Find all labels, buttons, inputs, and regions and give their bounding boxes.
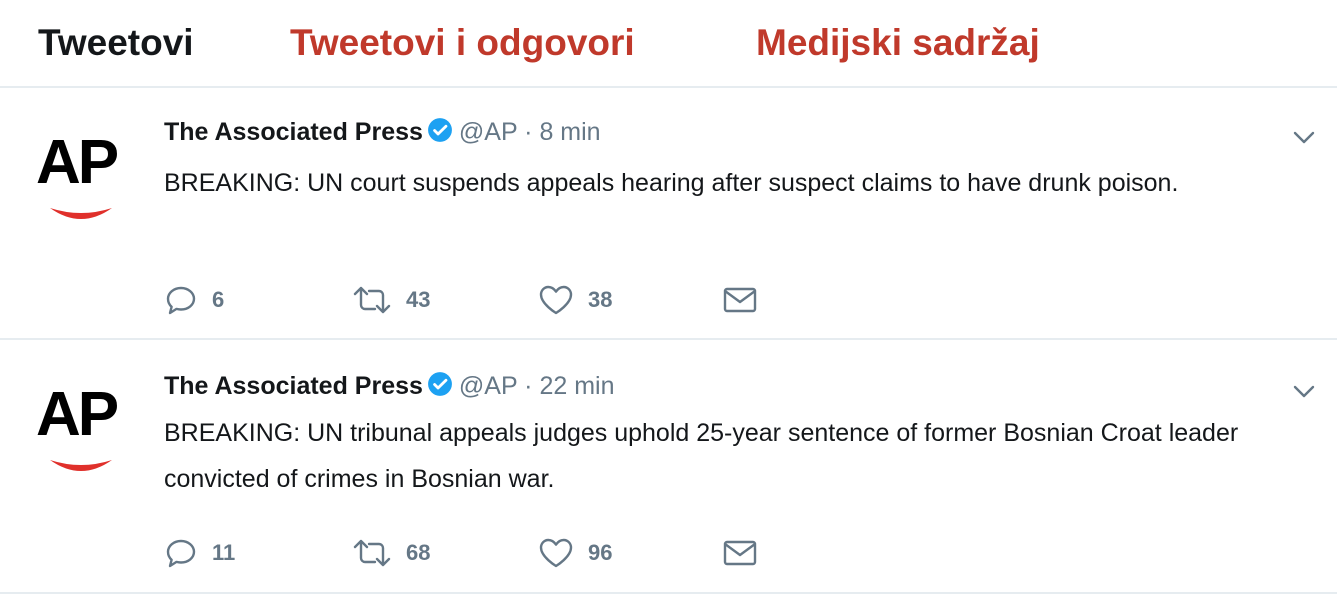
- like-count: 96: [588, 540, 613, 565]
- avatar-logo-text: AP: [36, 128, 119, 197]
- reply-count: 11: [212, 540, 236, 565]
- retweet-count: 68: [406, 540, 431, 565]
- separator-dot: ·: [524, 372, 533, 400]
- direct-message-button[interactable]: [722, 536, 772, 570]
- reply-icon: [166, 286, 196, 315]
- profile-tabs: Tweetovi Tweetovi i odgovori Medijski sa…: [0, 0, 1337, 88]
- like-icon: [539, 285, 573, 315]
- direct-message-button[interactable]: [722, 283, 772, 317]
- avatar[interactable]: AP: [36, 384, 134, 484]
- author-handle[interactable]: @AP: [459, 372, 517, 400]
- message-icon: [723, 287, 757, 313]
- avatar-logo-text: AP: [36, 380, 119, 449]
- retweet-button[interactable]: 43: [352, 283, 430, 317]
- reply-button[interactable]: 6: [164, 283, 224, 317]
- author-handle[interactable]: @AP: [459, 118, 517, 146]
- tweet-header: The Associated Press @AP · 8 min: [164, 116, 601, 151]
- separator-dot: ·: [524, 118, 533, 146]
- like-button[interactable]: 96: [538, 536, 612, 570]
- tweet-actions: 11 68 96: [164, 536, 764, 570]
- avatar[interactable]: AP: [36, 132, 134, 232]
- tweet-2[interactable]: AP The Associated Press @AP · 22 min BREA…: [0, 340, 1337, 594]
- logo-swoosh-icon: [50, 208, 112, 219]
- retweet-icon: [353, 539, 391, 567]
- tweet-header: The Associated Press @AP · 22 min: [164, 370, 614, 405]
- author-name[interactable]: The Associated Press: [164, 118, 423, 146]
- tab-tweets[interactable]: Tweetovi: [38, 18, 194, 68]
- reply-button[interactable]: 11: [164, 536, 235, 570]
- like-icon: [539, 538, 573, 568]
- tweet-timestamp[interactable]: 8 min: [539, 118, 600, 146]
- tweet-text: BREAKING: UN court suspends appeals hear…: [164, 169, 1179, 197]
- reply-count: 6: [212, 287, 225, 312]
- verified-badge-icon: [427, 117, 453, 151]
- chevron-down-icon[interactable]: [1289, 122, 1319, 152]
- like-count: 38: [588, 287, 613, 312]
- tab-media[interactable]: Medijski sadržaj: [756, 18, 1040, 68]
- chevron-down-icon[interactable]: [1289, 376, 1319, 406]
- retweet-count: 43: [406, 287, 431, 312]
- tweet-timestamp[interactable]: 22 min: [539, 372, 614, 400]
- reply-icon: [166, 539, 196, 568]
- verified-badge-icon: [427, 371, 453, 405]
- retweet-icon: [353, 286, 391, 314]
- tweet-text: BREAKING: UN tribunal appeals judges uph…: [164, 419, 1239, 493]
- retweet-button[interactable]: 68: [352, 536, 430, 570]
- logo-swoosh-icon: [50, 460, 112, 471]
- like-button[interactable]: 38: [538, 283, 612, 317]
- author-name[interactable]: The Associated Press: [164, 372, 423, 400]
- tab-tweets-and-replies[interactable]: Tweetovi i odgovori: [290, 18, 635, 68]
- tweet-actions: 6 43 38: [164, 283, 764, 317]
- message-icon: [723, 540, 757, 566]
- tweet-1[interactable]: AP The Associated Press @AP · 8 min BREAK…: [0, 88, 1337, 340]
